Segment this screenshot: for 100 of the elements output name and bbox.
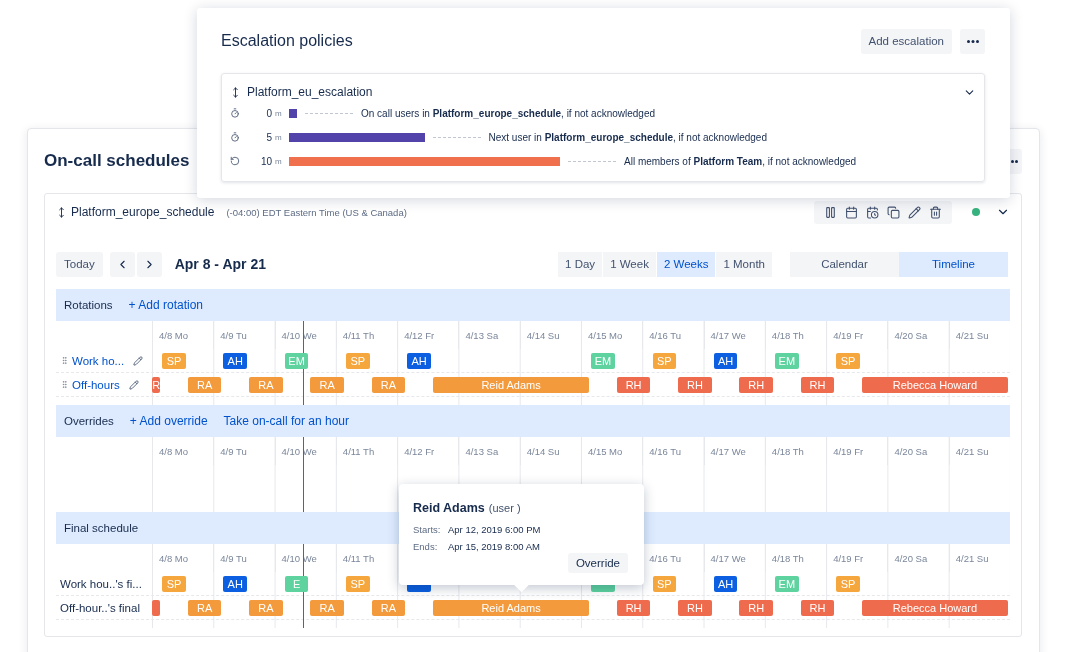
shift-bar[interactable]: RA bbox=[187, 377, 222, 393]
shift-bar[interactable]: Rebecca Howard bbox=[861, 600, 1008, 616]
shift-bar[interactable]: RH bbox=[800, 600, 835, 616]
day-label: 4/8 Mo bbox=[159, 553, 189, 564]
card-title: On-call schedules bbox=[44, 151, 190, 171]
shift-bar[interactable]: RA bbox=[310, 600, 345, 616]
edit-icon[interactable] bbox=[133, 355, 144, 366]
section-title: Rotations bbox=[64, 299, 113, 311]
copy-icon[interactable] bbox=[885, 205, 902, 219]
action-link[interactable]: Take on-call for an hour bbox=[223, 414, 349, 428]
edit-icon[interactable] bbox=[128, 379, 139, 390]
tooltip-label: Ends: bbox=[413, 541, 439, 552]
shift-bar[interactable]: Reid Adams bbox=[432, 600, 590, 616]
day-label: 4/21 Su bbox=[955, 446, 989, 457]
shift-bar[interactable]: RA bbox=[371, 600, 406, 616]
shift-bar[interactable]: RH bbox=[678, 377, 712, 393]
shift-bar[interactable]: AH bbox=[713, 576, 738, 592]
reorder-icon[interactable] bbox=[230, 86, 241, 98]
shift-bar[interactable]: RH bbox=[739, 377, 774, 393]
drag-handle-icon[interactable] bbox=[60, 380, 69, 389]
tooltip-value: Apr 15, 2019 8:00 AM bbox=[448, 541, 540, 552]
rotation-link[interactable]: Off-hours bbox=[72, 378, 120, 391]
row-label: Work hou..'s fi... bbox=[60, 577, 142, 590]
shift-bar[interactable]: R bbox=[152, 377, 161, 393]
timer-icon bbox=[230, 132, 240, 142]
shift-bar[interactable]: EM bbox=[284, 353, 309, 369]
day-label: 4/20 Sa bbox=[894, 553, 928, 564]
range-tab[interactable]: 2 Weeks bbox=[656, 251, 716, 277]
action-link[interactable]: + Add override bbox=[129, 414, 208, 428]
shift-bar[interactable]: RA bbox=[371, 377, 406, 393]
day-label: 4/15 Mo bbox=[588, 446, 623, 457]
edit-icon[interactable] bbox=[906, 205, 923, 219]
more-icon bbox=[966, 39, 979, 43]
shift-bar[interactable]: RA bbox=[249, 377, 283, 393]
shift-bar[interactable]: SP bbox=[346, 576, 370, 592]
day-label: 4/9 Tu bbox=[220, 446, 247, 457]
day-label: 4/9 Tu bbox=[220, 553, 247, 564]
timezone-text: (-04:00) EDT Eastern Time (US & Canada) bbox=[226, 206, 408, 218]
day-label: 4/14 Su bbox=[526, 446, 560, 457]
step-description: On call users in Platform_europe_schedule, if not acknowledged bbox=[361, 107, 656, 119]
tooltip-value: Apr 12, 2019 6:00 PM bbox=[448, 524, 541, 535]
shift-bar[interactable]: EM bbox=[775, 353, 799, 369]
shift-bar[interactable]: RA bbox=[310, 377, 345, 393]
delay-value: 5 bbox=[265, 131, 272, 143]
shift-bar[interactable]: RH bbox=[616, 377, 651, 393]
shift-bar[interactable]: RH bbox=[739, 600, 774, 616]
delay-unit: m bbox=[275, 132, 283, 142]
today-button[interactable]: Today bbox=[56, 251, 103, 277]
shift-bar[interactable]: AH bbox=[223, 576, 247, 592]
shift-bar[interactable]: Reid Adams bbox=[432, 377, 590, 393]
range-tab[interactable]: 1 Week bbox=[603, 251, 656, 277]
day-label: 4/17 We bbox=[710, 446, 746, 457]
day-label: 4/8 Mo bbox=[159, 330, 189, 341]
view-tab[interactable]: Calendar bbox=[790, 251, 899, 277]
shift-bar[interactable]: SP bbox=[162, 353, 186, 369]
reorder-icon[interactable] bbox=[56, 206, 67, 218]
range-tab[interactable]: 1 Day bbox=[558, 251, 603, 277]
shift-bar[interactable]: RH bbox=[800, 377, 835, 393]
day-label: 4/13 Sa bbox=[465, 330, 499, 341]
shift-bar[interactable]: SP bbox=[162, 576, 186, 592]
override-button[interactable]: Override bbox=[567, 553, 628, 573]
range-tab[interactable]: 1 Month bbox=[716, 251, 772, 277]
add-escalation-button[interactable]: Add escalation bbox=[860, 28, 952, 54]
day-label: 4/16 Tu bbox=[649, 446, 681, 457]
action-link[interactable]: + Add rotation bbox=[128, 298, 203, 312]
shift-bar[interactable]: AH bbox=[713, 353, 738, 369]
shift-bar[interactable] bbox=[152, 600, 161, 616]
shift-bar[interactable]: AH bbox=[407, 353, 431, 369]
drag-handle-icon[interactable] bbox=[60, 356, 69, 365]
calendar-icon[interactable] bbox=[843, 205, 860, 219]
card-title: Escalation policies bbox=[221, 32, 354, 50]
delay-unit: m bbox=[275, 108, 283, 118]
shift-bar[interactable]: RH bbox=[616, 600, 651, 616]
day-label: 4/11 Th bbox=[342, 330, 375, 341]
shift-bar[interactable]: EM bbox=[775, 576, 799, 592]
shift-bar[interactable]: RH bbox=[678, 600, 712, 616]
shift-bar[interactable]: RA bbox=[249, 600, 283, 616]
day-label: 4/14 Su bbox=[526, 330, 560, 341]
shift-bar[interactable]: SP bbox=[346, 353, 370, 369]
delete-icon[interactable] bbox=[927, 205, 944, 219]
more-button[interactable] bbox=[1010, 148, 1022, 174]
view-tab[interactable]: Timeline bbox=[899, 251, 1008, 277]
rotation-link[interactable]: Work ho... bbox=[72, 354, 125, 367]
shift-bar[interactable]: Rebecca Howard bbox=[861, 377, 1008, 393]
more-button[interactable] bbox=[960, 28, 985, 54]
day-label: 4/20 Sa bbox=[894, 446, 928, 457]
shift-bar[interactable]: RA bbox=[187, 600, 222, 616]
day-label: 4/17 We bbox=[710, 330, 746, 341]
shift-bar[interactable]: EM bbox=[591, 353, 615, 369]
shift-bar[interactable]: SP bbox=[836, 353, 860, 369]
day-label: 4/20 Sa bbox=[894, 330, 928, 341]
shift-bar[interactable]: AH bbox=[223, 353, 247, 369]
day-label: 4/19 Fr bbox=[833, 446, 864, 457]
section-title: Overrides bbox=[64, 415, 114, 427]
timer-icon bbox=[230, 108, 240, 118]
calendar-clock-icon[interactable] bbox=[864, 205, 881, 219]
shift-bar[interactable]: SP bbox=[836, 576, 860, 592]
shift-bar[interactable]: E bbox=[284, 576, 309, 592]
shift-bar[interactable]: SP bbox=[652, 576, 677, 592]
shift-bar[interactable]: SP bbox=[652, 353, 677, 369]
